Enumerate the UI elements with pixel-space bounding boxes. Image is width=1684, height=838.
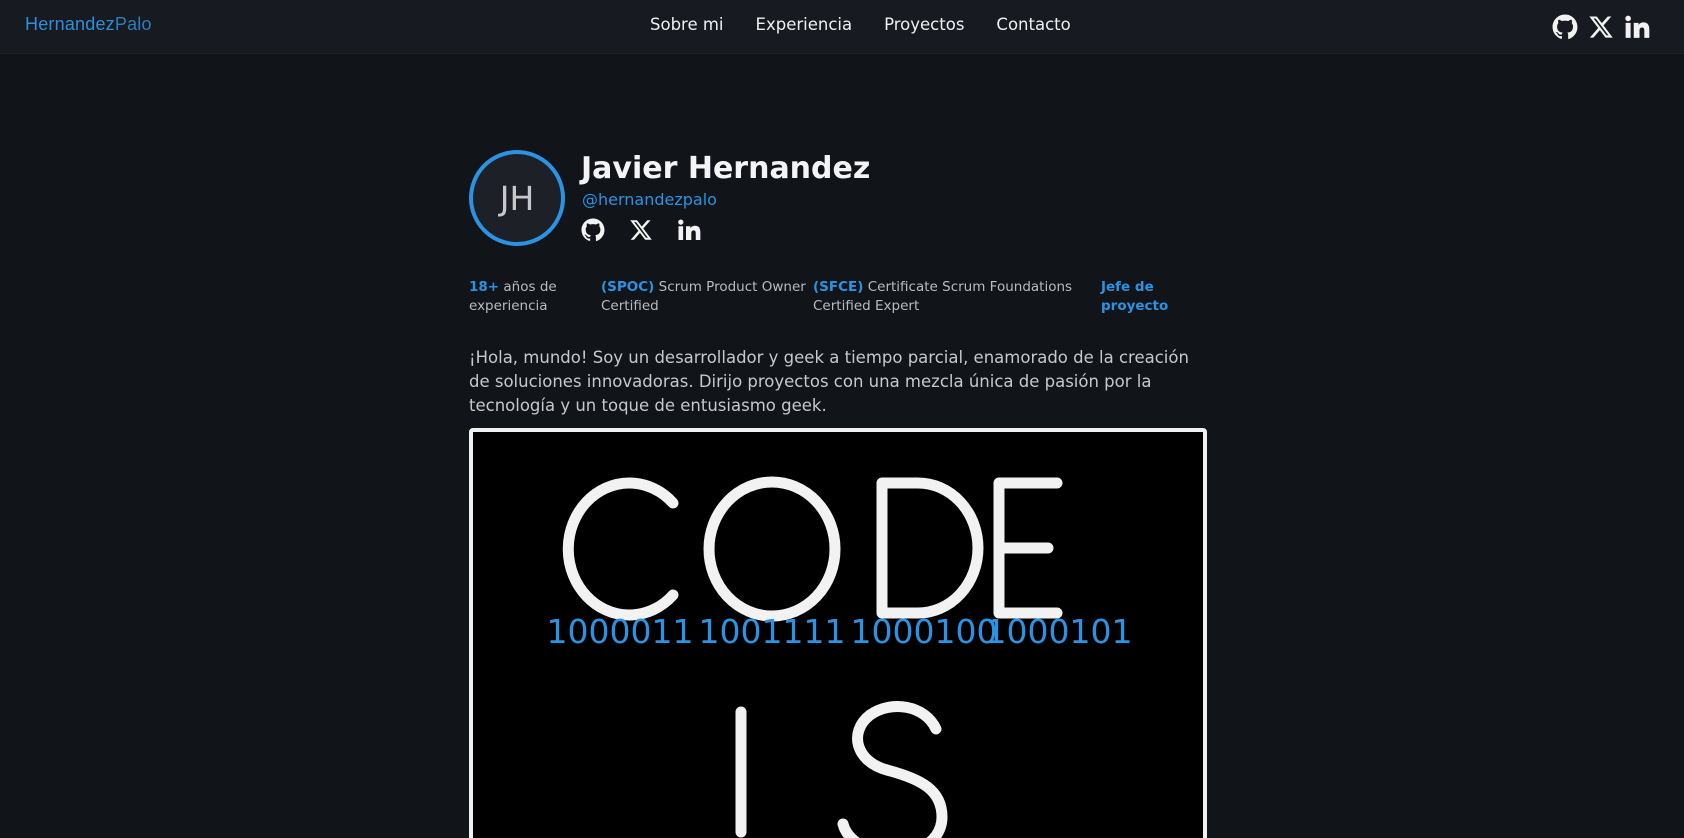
letter-c — [562, 477, 679, 621]
nav-item-sobre-mi[interactable]: Sobre mi — [650, 15, 724, 34]
brand-logo-link[interactable]: HernandezPalo — [25, 14, 152, 35]
letter-d — [876, 477, 984, 619]
x-twitter-icon[interactable] — [629, 218, 653, 242]
stat-role: Jefe de proyecto — [1101, 279, 1169, 314]
top-navbar: HernandezPalo Sobre mi Experiencia Proye… — [0, 0, 1684, 54]
nav-item-proyectos[interactable]: Proyectos — [884, 15, 964, 34]
binary-e: 1000101 — [986, 612, 1133, 651]
letter-o — [703, 476, 841, 622]
binary-row: 1000011 1001111 1000100 1000101 — [547, 612, 1133, 651]
stats-row: 18+ años de experiencia (SPOC) Scrum Pro… — [469, 278, 1206, 318]
code-is-banner-image: 1000011 1001111 1000100 1000101 — [469, 428, 1207, 838]
stat-highlight: (SPOC) — [601, 279, 655, 295]
github-icon[interactable] — [581, 218, 605, 242]
binary-o: 1001111 — [699, 612, 846, 651]
is-word-glyphs — [735, 701, 948, 838]
main-nav: Sobre mi Experiencia Proyectos Contacto — [650, 15, 1071, 34]
bio-paragraph: ¡Hola, mundo! Soy un desarrollador y gee… — [469, 348, 1189, 415]
linkedin-icon[interactable] — [677, 218, 701, 242]
nav-item-contacto[interactable]: Contacto — [996, 15, 1070, 34]
header-social-links — [1552, 14, 1650, 40]
avatar: JH — [469, 150, 565, 246]
stat-sfce: (SFCE) Certificate Scrum Foundations Cer… — [813, 278, 1083, 316]
profile-social-links — [581, 218, 701, 242]
stat-highlight: 18+ — [469, 279, 500, 295]
nav-item-experiencia[interactable]: Experiencia — [756, 15, 853, 34]
brand-part-1: Hernandez — [25, 14, 115, 34]
profile-name: Javier Hernandez — [581, 151, 871, 186]
binary-c: 1000011 — [547, 612, 694, 651]
x-twitter-icon[interactable] — [1588, 14, 1614, 40]
letter-e — [993, 477, 1063, 619]
stat-spoc: (SPOC) Scrum Product Owner Certified — [601, 278, 806, 316]
code-word-glyphs — [562, 476, 1063, 622]
binary-d: 1000100 — [851, 612, 998, 651]
stat-experience: 18+ años de experiencia — [469, 278, 589, 316]
brand-part-2: Palo — [114, 14, 152, 34]
profile-handle-link[interactable]: @hernandezpalo — [582, 190, 717, 209]
stat-highlight: (SFCE) — [813, 279, 864, 295]
linkedin-icon[interactable] — [1624, 14, 1650, 40]
letter-s — [837, 701, 948, 838]
github-icon[interactable] — [1552, 14, 1578, 40]
